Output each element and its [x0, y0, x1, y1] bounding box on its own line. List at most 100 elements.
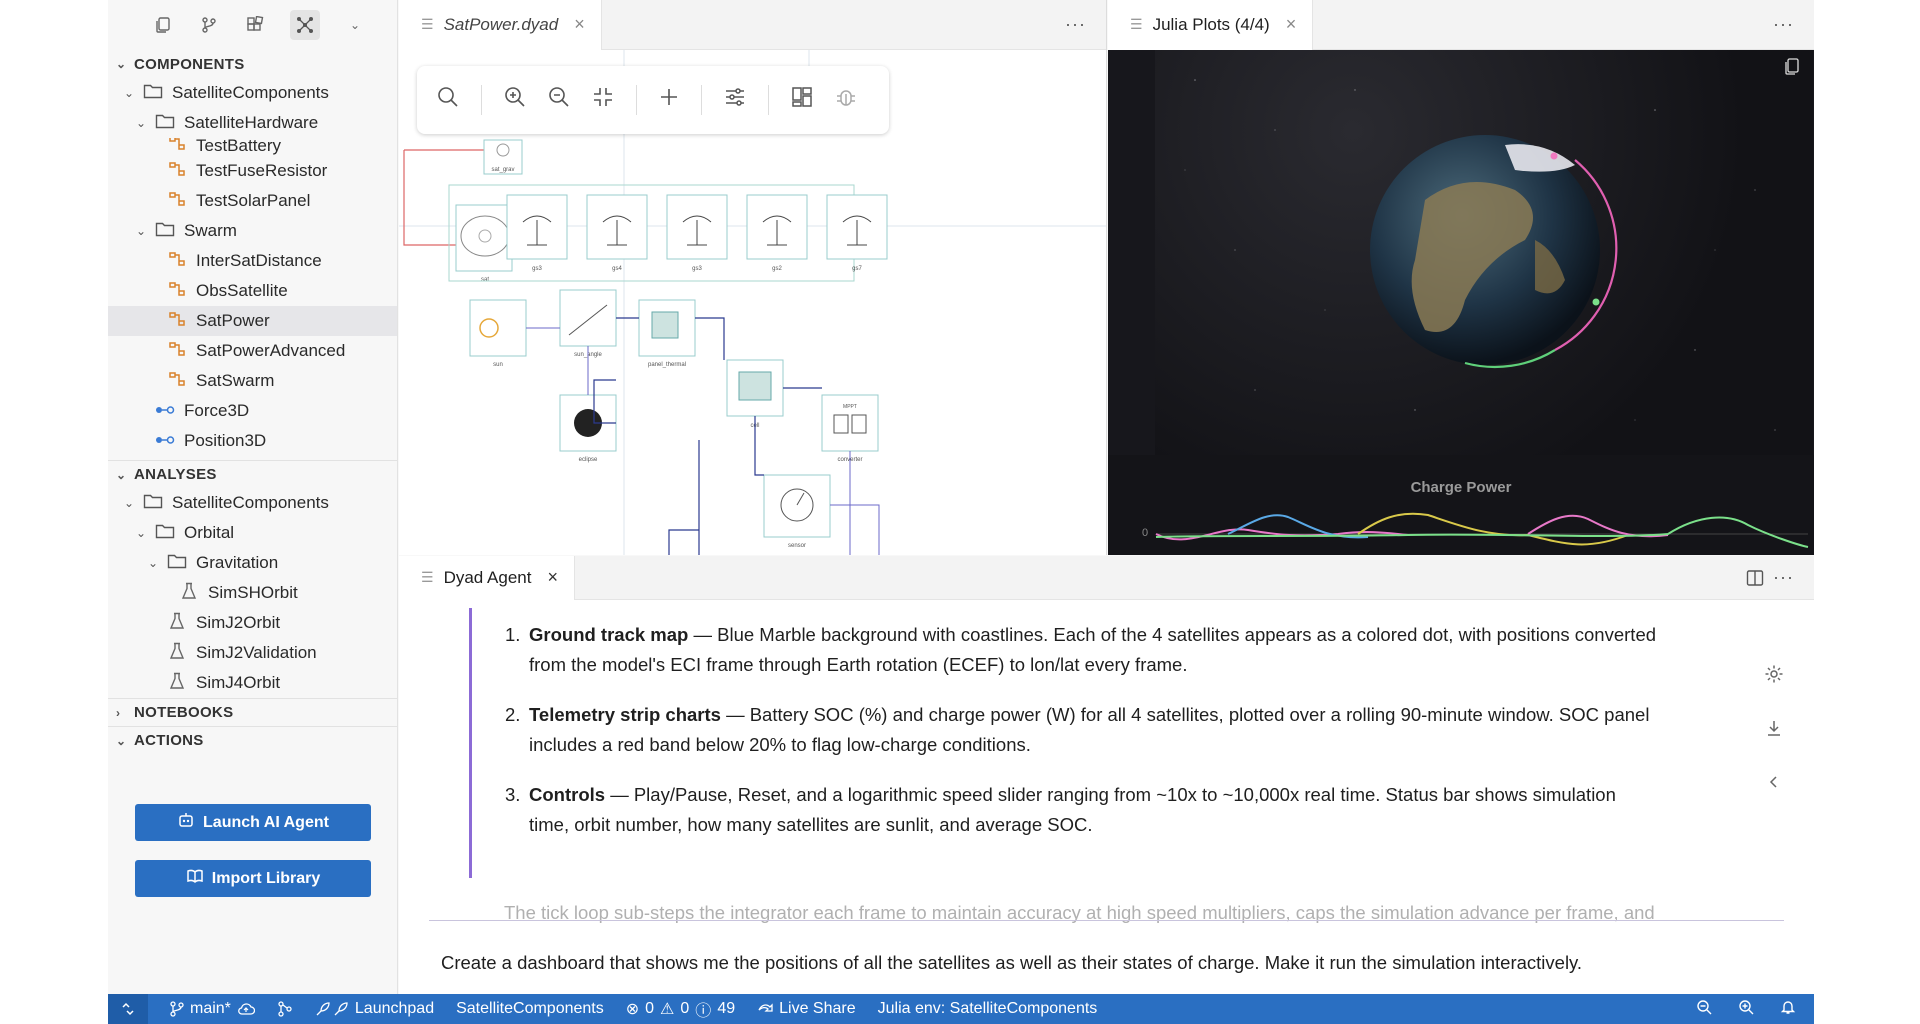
- tree-item-testsolarpanel[interactable]: TestSolarPanel: [108, 186, 397, 216]
- notebooks-section-header[interactable]: › NOTEBOOKS: [108, 698, 397, 726]
- tree-item-orbital[interactable]: ⌄ Orbital: [108, 518, 397, 548]
- tree-item-swarm[interactable]: ⌄ Swarm: [108, 216, 397, 246]
- globe-plot[interactable]: [1155, 50, 1813, 455]
- component-icon: [166, 190, 188, 212]
- tree-item-label: ObsSatellite: [196, 281, 288, 300]
- label-gs: gs3: [532, 266, 542, 272]
- problems-status[interactable]: ⊗ 0 ⚠ 0 ⓘ 49: [626, 997, 735, 1021]
- live-share-label: Live Share: [779, 1000, 856, 1017]
- tree-item-realinput3d[interactable]: RealInput3D: [108, 456, 397, 460]
- debug-icon[interactable]: [835, 86, 857, 114]
- tree-item-simj2orbit[interactable]: SimJ2Orbit: [108, 608, 397, 638]
- tree-item-satellitecomponents[interactable]: ⌄ SatelliteComponents: [108, 488, 397, 518]
- components-section-header[interactable]: ⌄ COMPONENTS: [108, 50, 397, 78]
- agent-response-list: 1. Ground track map — Blue Marble backgro…: [505, 620, 1659, 860]
- source-control-icon[interactable]: [198, 14, 220, 36]
- tree-item-simshorbit[interactable]: SimSHOrbit: [108, 578, 397, 608]
- robot-icon: [177, 811, 195, 834]
- copy-icon[interactable]: [152, 14, 174, 36]
- agent-prompt-input[interactable]: Create a dashboard that shows me the pos…: [441, 952, 1582, 974]
- charge-power-chart[interactable]: Charge Power 0: [1108, 455, 1814, 555]
- actions-section-header[interactable]: ⌄ ACTIONS: [108, 726, 397, 754]
- component-icon: [166, 370, 188, 392]
- sidebar-toolbar: ⌄: [108, 0, 397, 50]
- chevron-down-icon: ⌄: [116, 467, 127, 482]
- tree-item-satellitecomponents[interactable]: ⌄ SatelliteComponents: [108, 78, 397, 108]
- component-icon: [166, 138, 188, 156]
- dyad-icon[interactable]: [290, 10, 320, 40]
- fit-view-icon[interactable]: [592, 86, 614, 114]
- folder-icon: [154, 221, 176, 241]
- tree-item-satellitehardware[interactable]: ⌄ SatelliteHardware: [108, 108, 397, 138]
- tree-item-gravitation[interactable]: ⌄ Gravitation: [108, 548, 397, 578]
- diagram-toolbar: [417, 66, 889, 134]
- component-icon: [166, 340, 188, 362]
- tree-item-testfuseresistor[interactable]: TestFuseResistor: [108, 156, 397, 186]
- tree-item-simj2validation[interactable]: SimJ2Validation: [108, 638, 397, 668]
- close-icon[interactable]: ×: [547, 567, 558, 588]
- tree-item-position3d[interactable]: Position3D: [108, 426, 397, 456]
- settings-sliders-icon[interactable]: [724, 86, 746, 114]
- tree-item-label: SimJ4Orbit: [196, 673, 281, 692]
- folder-icon: [154, 523, 176, 543]
- agent-list-item: 1. Ground track map — Blue Marble backgro…: [505, 620, 1659, 680]
- zoom-out-icon[interactable]: [1696, 999, 1712, 1020]
- branch-status[interactable]: main*: [170, 1000, 255, 1018]
- more-actions-icon[interactable]: ···: [1773, 14, 1794, 35]
- tree-item-testbattery[interactable]: TestBattery: [108, 138, 397, 156]
- info-icon: ⓘ: [695, 1003, 712, 1020]
- tree-item-force3d[interactable]: Force3D: [108, 396, 397, 426]
- add-icon[interactable]: [659, 87, 679, 113]
- more-actions-icon[interactable]: ···: [1773, 567, 1794, 588]
- chevron-down-icon: ⌄: [135, 116, 147, 130]
- tree-item-label: InterSatDistance: [196, 251, 322, 270]
- analyses-section-header[interactable]: ⌄ ANALYSES: [108, 460, 397, 488]
- tree-item-intersatdistance[interactable]: InterSatDistance: [108, 246, 397, 276]
- tree-item-label: SimJ2Validation: [196, 643, 317, 662]
- bell-icon[interactable]: [1780, 999, 1796, 1020]
- search-icon[interactable]: [437, 86, 459, 114]
- chevron-left-icon[interactable]: [1764, 772, 1784, 798]
- extensions-icon[interactable]: [244, 14, 266, 36]
- editor-tabbar: ☰ SatPower.dyad × ···: [399, 0, 1106, 50]
- tree-item-label: SatPower: [196, 311, 270, 330]
- zoom-in-icon[interactable]: [1738, 999, 1754, 1020]
- agent-list-item: 2. Telemetry strip charts — Battery SOC (…: [505, 700, 1659, 760]
- more-actions-icon[interactable]: ···: [1065, 14, 1086, 35]
- split-editor-icon[interactable]: [1746, 569, 1764, 592]
- launchpad-status[interactable]: Launchpad: [315, 1000, 434, 1018]
- gear-icon[interactable]: [1764, 664, 1784, 690]
- julia-env-status[interactable]: Julia env: SatelliteComponents: [878, 1000, 1098, 1018]
- import-library-button[interactable]: Import Library: [135, 860, 371, 897]
- file-lines-icon: ☰: [421, 16, 434, 32]
- tree-item-label: SimJ2Orbit: [196, 613, 281, 632]
- tree-item-simj4orbit[interactable]: SimJ4Orbit: [108, 668, 397, 698]
- tree-item-label: SatelliteComponents: [172, 83, 329, 102]
- project-status[interactable]: SatelliteComponents: [456, 1000, 604, 1018]
- tree-item-satpoweradvanced[interactable]: SatPowerAdvanced: [108, 336, 397, 366]
- zoom-out-icon[interactable]: [548, 86, 570, 114]
- chevron-down-icon[interactable]: ⌄: [344, 14, 366, 36]
- list-item-title: Telemetry strip charts: [529, 704, 721, 725]
- toolbar-separator: [768, 85, 769, 115]
- copy-plot-icon[interactable]: [1784, 58, 1800, 81]
- close-icon[interactable]: ×: [1286, 14, 1297, 35]
- git-graph-status[interactable]: [277, 1001, 293, 1017]
- live-share-status[interactable]: Live Share: [757, 1000, 856, 1018]
- block-diagram-canvas[interactable]: sat_grav sat gs3 gs4 gs3 gs2 gs7 sun sun_ang…: [399, 50, 1106, 555]
- layout-icon[interactable]: [791, 86, 813, 114]
- launch-ai-agent-button[interactable]: Launch AI Agent: [135, 804, 371, 841]
- label-gs: gs4: [612, 266, 622, 272]
- app-window: ⌄ ⌄ COMPONENTS ⌄ SatelliteComponents ⌄ Sate…: [108, 0, 1814, 1024]
- remote-indicator[interactable]: [108, 994, 148, 1024]
- tab-satpower[interactable]: ☰ SatPower.dyad ×: [399, 0, 602, 50]
- tree-item-satswarm[interactable]: SatSwarm: [108, 366, 397, 396]
- tab-dyad-agent[interactable]: ☰ Dyad Agent ×: [399, 555, 575, 600]
- chevron-down-icon: ⌄: [135, 526, 147, 540]
- download-icon[interactable]: [1764, 718, 1784, 744]
- close-icon[interactable]: ×: [574, 14, 585, 35]
- zoom-in-icon[interactable]: [504, 86, 526, 114]
- tree-item-obssatellite[interactable]: ObsSatellite: [108, 276, 397, 306]
- tree-item-satpower[interactable]: SatPower: [108, 306, 397, 336]
- tab-julia-plots[interactable]: ☰ Julia Plots (4/4) ×: [1108, 0, 1314, 50]
